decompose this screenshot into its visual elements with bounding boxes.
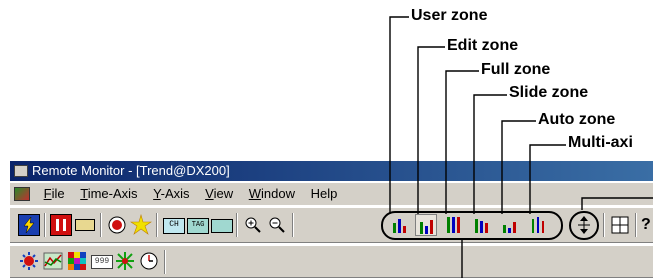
callout-leader-lines <box>389 16 653 278</box>
leader-user-zone <box>389 16 409 214</box>
leader-edit-zone <box>417 46 445 214</box>
leader-auto-zone <box>501 120 536 214</box>
leader-multi-axis <box>529 144 566 214</box>
leader-expand-axis <box>581 197 653 210</box>
